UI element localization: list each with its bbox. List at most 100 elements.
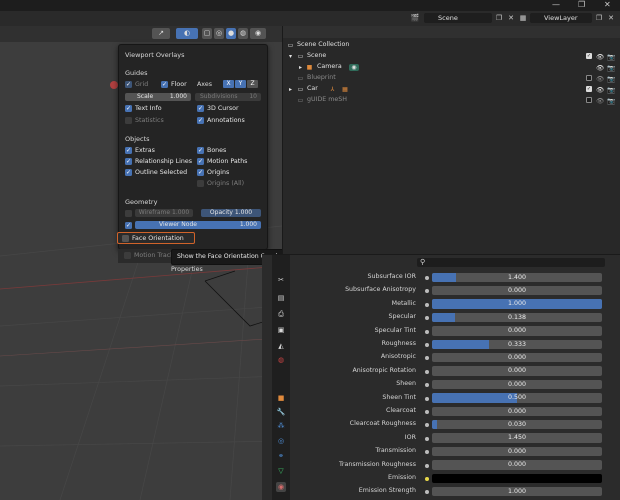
material-shading-icon[interactable]: ◍	[238, 28, 248, 39]
scale-field[interactable]: Scale 1.000	[125, 93, 191, 101]
socket-dot-icon[interactable]	[425, 369, 429, 374]
socket-dot-icon[interactable]	[425, 477, 429, 481]
eye-icon[interactable]: 👁	[596, 52, 604, 63]
camera-icon[interactable]: 📷	[607, 96, 615, 107]
face-orientation-checkbox[interactable]: Face Orientation	[117, 232, 195, 244]
origins-checkbox[interactable]: ✓ Origins	[197, 169, 229, 176]
chevron-down-icon[interactable]: ▾	[287, 53, 294, 60]
metallic-field[interactable]: 1.000	[432, 299, 602, 309]
rendered-shading-icon[interactable]: ◉	[250, 28, 266, 39]
axis-x-toggle[interactable]: X	[223, 80, 234, 88]
outliner-item-blueprint[interactable]: ▭ Blueprint 👁 📷	[283, 73, 620, 84]
gizmo-toggle-icon[interactable]: ↗	[152, 28, 170, 39]
sheen-tint-field[interactable]: 0.500	[432, 393, 602, 403]
minimize-icon[interactable]: —	[552, 1, 560, 9]
maximize-icon[interactable]: ❐	[578, 1, 585, 9]
checkbox-icon[interactable]: ✓	[586, 53, 592, 59]
wireframe-shading-icon[interactable]: ◎	[214, 28, 224, 39]
view-layer-icon[interactable]: ▦	[518, 13, 528, 23]
wireframe-field[interactable]: Wireframe 1.000	[135, 209, 193, 217]
specular-field[interactable]: 0.138	[432, 312, 602, 323]
socket-dot-icon[interactable]	[425, 316, 429, 321]
eye-icon[interactable]: 👁	[596, 96, 604, 107]
camera-icon[interactable]: 📷	[607, 63, 615, 74]
overlays-toggle-icon[interactable]: ◐	[176, 28, 198, 39]
axis-y-toggle[interactable]: Y	[235, 80, 246, 88]
chevron-right-icon[interactable]: ▸	[287, 86, 294, 93]
socket-dot-icon[interactable]	[425, 289, 429, 294]
transmission-roughness-field[interactable]: 0.000	[432, 460, 602, 470]
gizmo-x-axis-icon[interactable]	[110, 81, 118, 89]
sheen-field[interactable]: 0.000	[432, 379, 602, 390]
subsurface-ior-field[interactable]: 1.400	[432, 272, 602, 282]
socket-dot-icon[interactable]	[425, 276, 429, 280]
specular-tint-field[interactable]: 0.000	[432, 326, 602, 336]
socket-dot-icon[interactable]	[425, 302, 429, 307]
roughness-field[interactable]: 0.333	[432, 339, 602, 349]
outliner-item-car[interactable]: ▸ ▭ Car ⅄ ▦ ✓ 👁 📷	[283, 84, 620, 95]
extras-checkbox[interactable]: ✓ Extras	[125, 147, 155, 154]
copy-icon[interactable]: ❐	[494, 13, 504, 23]
solid-shading-icon[interactable]: ●	[226, 28, 236, 39]
text-info-checkbox[interactable]: ✓ Text Info	[125, 105, 162, 112]
anisotropic-rotation-field[interactable]: 0.000	[432, 366, 602, 376]
bones-checkbox[interactable]: ✓ Bones	[197, 147, 226, 154]
socket-dot-icon[interactable]	[425, 490, 429, 495]
statistics-checkbox[interactable]: Statistics	[125, 117, 164, 124]
copy-icon[interactable]: ❐	[594, 13, 604, 23]
xray-toggle-icon[interactable]: ▢	[202, 28, 212, 39]
close-icon[interactable]: ✕	[604, 1, 611, 9]
chevron-right-icon[interactable]: ▸	[297, 64, 304, 71]
annotations-checkbox[interactable]: ✓ Annotations	[197, 117, 245, 124]
origins-all-checkbox[interactable]: Origins (All)	[197, 180, 244, 187]
3d-cursor-checkbox[interactable]: ✓ 3D Cursor	[197, 105, 239, 112]
eye-icon[interactable]: 👁	[596, 63, 604, 74]
outline-selected-checkbox[interactable]: ✓ Outline Selected	[125, 169, 187, 176]
socket-dot-icon[interactable]	[425, 356, 429, 361]
socket-dot-icon[interactable]	[425, 463, 429, 468]
camera-icon[interactable]: 📷	[607, 52, 615, 63]
socket-dot-icon[interactable]	[425, 423, 429, 428]
remove-icon[interactable]: ✕	[506, 13, 516, 23]
checkbox-icon[interactable]: ✓	[586, 86, 592, 92]
eye-icon[interactable]: 👁	[596, 85, 604, 96]
socket-dot-icon[interactable]	[425, 450, 429, 455]
socket-dot-icon[interactable]	[425, 329, 429, 334]
properties-search-input[interactable]: ⚲	[417, 258, 605, 267]
viewer-node-field[interactable]: Viewer Node 1.000	[135, 221, 261, 229]
transmission-field[interactable]: 0.000	[432, 446, 602, 457]
viewer-node-checkbox[interactable]: ✓	[125, 222, 132, 229]
outliner-item-scene-collection[interactable]: ▭ Scene Collection	[283, 40, 620, 51]
floor-checkbox[interactable]: ✓ Floor	[161, 81, 187, 88]
outliner-item-camera[interactable]: ▸ ■ Camera ◉ 👁 📷	[283, 62, 620, 73]
subdivisions-field[interactable]: Subdivisions 10	[195, 93, 261, 101]
motion-paths-checkbox[interactable]: ✓ Motion Paths	[197, 158, 247, 165]
outliner-item-guide-mesh[interactable]: ▭ gUIDE meSH 👁 📷	[283, 95, 620, 106]
socket-dot-icon[interactable]	[425, 396, 429, 401]
emission-field[interactable]	[432, 473, 602, 483]
eye-icon[interactable]: 👁	[596, 74, 604, 85]
camera-icon[interactable]: 📷	[607, 74, 615, 85]
ior-field[interactable]: 1.450	[432, 433, 602, 443]
remove-icon[interactable]: ✕	[606, 13, 616, 23]
checkbox-icon[interactable]	[586, 75, 592, 81]
checkbox-icon[interactable]	[586, 97, 592, 103]
grid-checkbox[interactable]: ✓ Grid	[125, 81, 148, 88]
subsurface-anisotropy-field[interactable]: 0.000	[432, 285, 602, 296]
socket-dot-icon[interactable]	[425, 343, 429, 347]
view-layer-selector[interactable]: ViewLayer	[530, 13, 592, 23]
opacity-field[interactable]: Opacity 1.000	[201, 209, 261, 217]
camera-icon[interactable]: 📷	[607, 85, 615, 96]
wireframe-checkbox[interactable]	[125, 210, 132, 217]
clearcoat-field[interactable]: 0.000	[432, 406, 602, 416]
clearcoat-roughness-field[interactable]: 0.030	[432, 419, 602, 430]
scene-selector[interactable]: Scene	[424, 13, 492, 23]
socket-dot-icon[interactable]	[425, 410, 429, 414]
socket-dot-icon[interactable]	[425, 436, 429, 441]
relationship-lines-checkbox[interactable]: ✓ Relationship Lines	[125, 158, 192, 165]
socket-dot-icon[interactable]	[425, 383, 429, 388]
anisotropic-field[interactable]: 0.000	[432, 352, 602, 363]
outliner-item-scene[interactable]: ▾ ▭ Scene ✓ 👁 📷	[283, 51, 620, 62]
scene-icon[interactable]: 🎬	[410, 13, 420, 23]
axis-z-toggle[interactable]: Z	[247, 80, 258, 88]
